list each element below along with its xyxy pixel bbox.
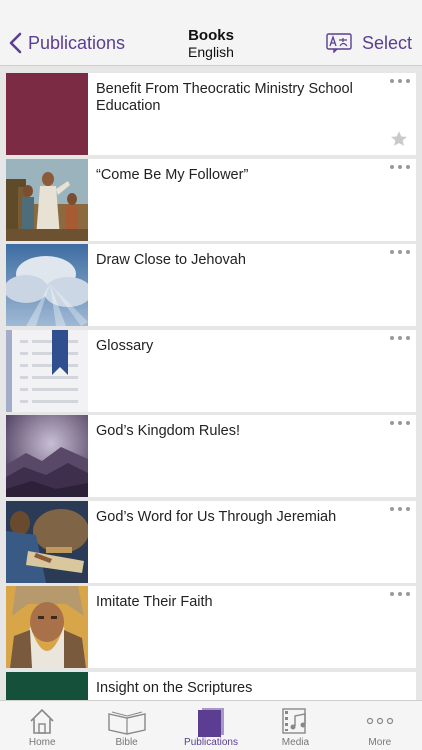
tab-media[interactable]: Media [253,701,337,750]
tab-bar: Home Bible Publications Media More [0,700,422,750]
tab-more[interactable]: More [338,701,422,750]
item-title: Imitate Their Faith [96,594,213,610]
navigation-bar: Publications Books English Select [0,0,422,66]
more-options-icon[interactable] [390,334,410,342]
item-title: Draw Close to Jehovah [96,252,246,268]
more-options-icon[interactable] [390,419,410,427]
select-button[interactable]: Select [326,30,412,56]
more-options-icon[interactable] [390,248,410,256]
house-icon [30,708,54,734]
item-title: Benefit From Theocratic Ministry School … [96,81,353,114]
publication-list: Benefit From Theocratic Ministry School … [6,73,416,750]
item-title: God’s Kingdom Rules! [96,423,241,439]
language-icon [326,33,352,53]
tab-home[interactable]: Home [0,701,84,750]
film-music-icon [282,708,307,734]
favorite-star-icon[interactable] [390,130,408,148]
cover-thumbnail [6,586,88,668]
more-options-icon[interactable] [390,77,410,85]
ellipsis-icon [366,717,393,725]
publications-icon [198,708,225,737]
cover-thumbnail [6,500,88,583]
tab-label: Bible [115,737,138,748]
select-button-label: Select [361,32,412,53]
cover-thumbnail [6,415,88,497]
tab-label: Media [281,737,310,748]
cover-thumbnail [6,244,88,326]
item-title: Glossary [96,337,154,354]
cover-thumbnail [6,158,88,241]
tab-label: Publications [184,737,238,748]
list-item[interactable]: God’s Kingdom Rules! [6,415,416,497]
list-item[interactable]: “Come Be My Follower” [6,158,416,241]
open-book-icon [107,711,146,735]
more-options-icon[interactable] [390,163,410,171]
more-options-icon[interactable] [390,505,410,513]
item-title: God’s Word for Us Through Jeremiah [96,508,337,525]
item-title: “Come Be My Follower” [96,166,249,183]
cover-thumbnail [6,73,88,155]
list-item[interactable]: Glossary [6,329,416,412]
list-item[interactable]: Benefit From Theocratic Ministry School … [6,73,416,155]
cover-thumbnail [6,329,88,412]
item-title: Insight on the Scriptures [96,679,253,696]
list-item[interactable]: God’s Word for Us Through Jeremiah [6,500,416,583]
tab-bible[interactable]: Bible [84,701,168,750]
list-item[interactable]: Draw Close to Jehovah [6,244,416,326]
list-item[interactable]: Imitate Their Faith [6,586,416,668]
more-options-icon[interactable] [390,590,410,598]
tab-label: Home [28,737,56,748]
tab-publications[interactable]: Publications [169,701,253,750]
tab-label: More [368,737,392,748]
